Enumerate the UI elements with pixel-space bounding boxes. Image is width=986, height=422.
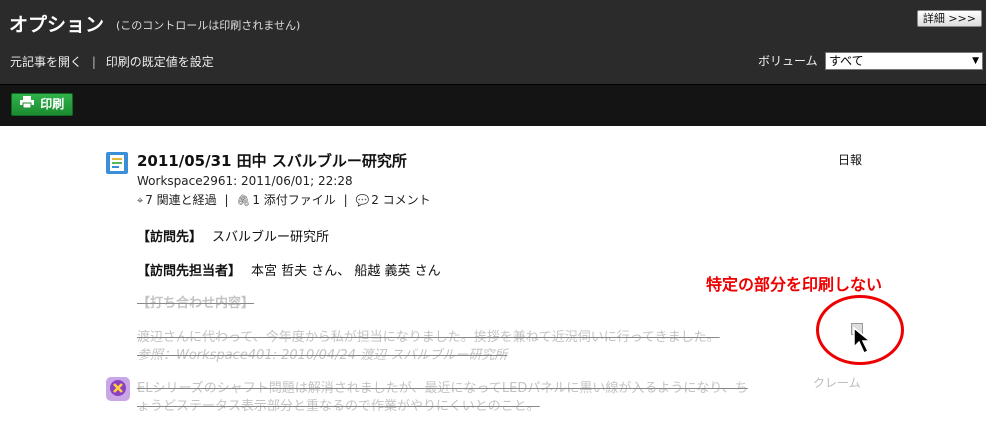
- options-title: オプション: [9, 14, 105, 36]
- volume-select[interactable]: すべて ▼: [825, 52, 983, 70]
- print-button[interactable]: 印刷: [11, 93, 73, 116]
- annotation-text: 特定の部分を印刷しない: [706, 275, 883, 294]
- header-links: 元記事を開く | 印刷の既定値を設定: [10, 53, 214, 70]
- link-separator: |: [224, 193, 229, 207]
- volume-label: ボリューム: [758, 54, 818, 68]
- options-header: オプション (このコントロールは印刷されません) 詳細 >>> 元記事を開く |…: [0, 0, 986, 126]
- related-icon: ⌖: [137, 194, 144, 207]
- field-label: 【訪問先担当者】: [137, 264, 242, 279]
- entry-type: 日報: [838, 153, 863, 167]
- link-separator: |: [343, 193, 348, 207]
- comment-icon: 💬: [355, 194, 370, 207]
- struck-claim-line: ELシリーズのシャフト問題は解消されましたが、最近になってLEDパネルに黒い線が…: [137, 381, 748, 396]
- print-toolbar: 印刷: [0, 84, 986, 126]
- field-value: スバルブルー研究所: [212, 230, 330, 245]
- struck-reference: 参照：Workspace401: 2010/04/24 渡辺 スバルブルー研究所: [137, 348, 508, 363]
- struck-line: 渡辺さんに代わって、今年度から私が担当になりました。挨拶を兼ねて近況伺いに行って…: [137, 330, 720, 345]
- attachments-link[interactable]: 1 添付ファイル: [252, 193, 335, 207]
- volume-selected-value: すべて: [829, 54, 864, 68]
- open-original-link[interactable]: 元記事を開く: [10, 55, 82, 69]
- link-separator: |: [91, 55, 96, 69]
- entry-links: ⌖ 7 関連と経過 | 🖇 1 添付ファイル | 💬 2 コメント: [137, 191, 431, 208]
- entry-title[interactable]: 2011/05/31 田中 スバルブルー研究所: [137, 150, 407, 171]
- print-button-label: 印刷: [40, 97, 65, 111]
- printer-icon: [20, 94, 34, 115]
- comments-link[interactable]: 2 コメント: [371, 193, 430, 207]
- paperclip-icon: 🖇: [236, 194, 251, 207]
- field-visit-contact: 【訪問先担当者】 本宮 哲夫 さん、 船越 義英 さん: [137, 260, 441, 279]
- related-link[interactable]: 7 関連と経過: [145, 193, 216, 207]
- claim-type: クレーム: [813, 376, 861, 390]
- field-label: 【訪問先】: [137, 230, 203, 245]
- struck-heading: 【打ち合わせ内容】: [137, 296, 255, 311]
- struck-claim-line: ょうどステータス表示部分と重なるので作業がやりにくいとのこと。: [137, 399, 540, 414]
- report-icon: [106, 152, 128, 174]
- details-button[interactable]: 詳細 >>>: [916, 10, 982, 27]
- entry-meta: Workspace2961: 2011/06/01; 22:28: [137, 174, 353, 188]
- field-visit-target: 【訪問先】 スバルブルー研究所: [137, 226, 329, 245]
- cursor-arrow-icon: [853, 326, 879, 357]
- set-print-defaults-link[interactable]: 印刷の既定値を設定: [106, 55, 214, 69]
- field-value: 本宮 哲夫 さん、 船越 義英 さん: [251, 264, 441, 279]
- options-subtitle: (このコントロールは印刷されません): [116, 19, 301, 32]
- chevron-down-icon: ▼: [972, 56, 979, 66]
- claim-icon: [106, 377, 130, 401]
